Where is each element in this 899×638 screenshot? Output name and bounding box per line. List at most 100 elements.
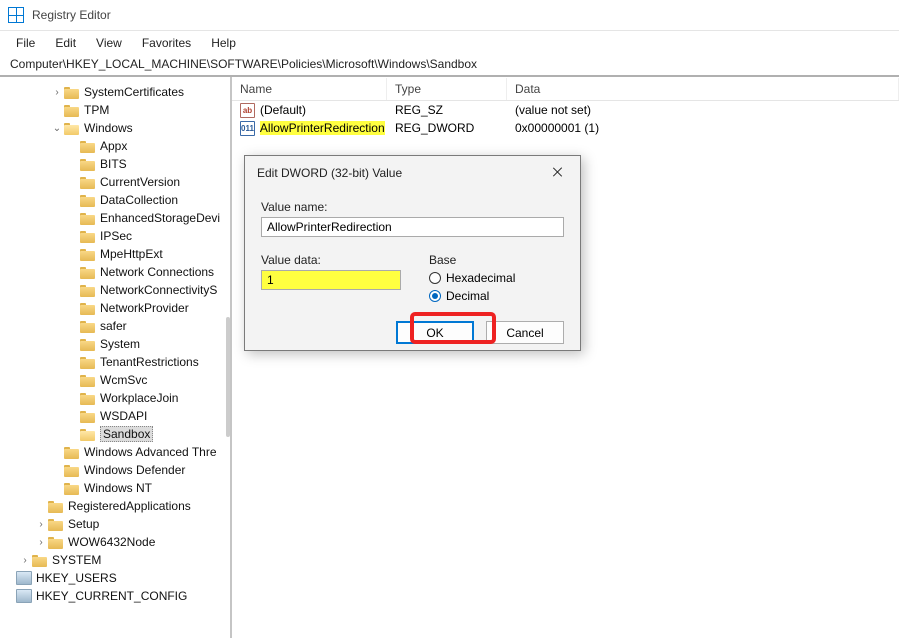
dialog-title: Edit DWORD (32-bit) Value (257, 166, 402, 180)
dialog-titlebar: Edit DWORD (32-bit) Value (245, 156, 580, 190)
tree-item[interactable]: ›SystemCertificates (0, 83, 230, 101)
ok-button[interactable]: OK (396, 321, 474, 344)
tree-label: TenantRestrictions (100, 355, 199, 369)
folder-icon (48, 499, 64, 513)
tree-label: Appx (100, 139, 127, 153)
value-data-input[interactable] (261, 270, 401, 290)
scrollbar[interactable] (226, 317, 230, 437)
app-title: Registry Editor (32, 8, 111, 22)
value-name-input[interactable] (261, 217, 564, 237)
menubar: File Edit View Favorites Help (0, 31, 899, 55)
radio-icon (429, 272, 441, 284)
tree-item[interactable]: CurrentVersion (0, 173, 230, 191)
tree-item[interactable]: WcmSvc (0, 371, 230, 389)
computer-icon (16, 589, 32, 603)
folder-icon (48, 535, 64, 549)
menu-favorites[interactable]: Favorites (134, 33, 199, 53)
folder-icon (80, 193, 96, 207)
folder-icon (80, 355, 96, 369)
tree-item[interactable]: › SYSTEM (0, 551, 230, 569)
tree-label: EnhancedStorageDevi (100, 211, 220, 225)
tree-item[interactable]: DataCollection (0, 191, 230, 209)
folder-icon (80, 229, 96, 243)
tree-label: SYSTEM (52, 553, 101, 567)
tree-item[interactable]: MpeHttpExt (0, 245, 230, 263)
tree-item[interactable]: Appx (0, 137, 230, 155)
folder-icon (64, 103, 80, 117)
radio-hexadecimal[interactable]: Hexadecimal (429, 271, 515, 285)
close-icon[interactable] (542, 162, 574, 184)
computer-icon (16, 571, 32, 585)
col-header-name[interactable]: Name (232, 78, 387, 100)
tree-label: DataCollection (100, 193, 178, 207)
menu-edit[interactable]: Edit (47, 33, 84, 53)
chevron-right-icon[interactable]: › (34, 519, 48, 530)
folder-icon (80, 337, 96, 351)
value-data: (value not set) (507, 102, 899, 118)
menu-view[interactable]: View (88, 33, 130, 53)
tree-item[interactable]: safer (0, 317, 230, 335)
folder-icon (80, 373, 96, 387)
cancel-button[interactable]: Cancel (486, 321, 564, 344)
radio-icon (429, 290, 441, 302)
chevron-down-icon[interactable]: ⌄ (50, 123, 64, 134)
col-header-type[interactable]: Type (387, 78, 507, 100)
tree-item[interactable]: System (0, 335, 230, 353)
tree-label: Network Connections (100, 265, 214, 279)
chevron-right-icon[interactable]: › (18, 555, 32, 566)
string-value-icon: ab (240, 103, 255, 118)
tree-item[interactable]: ⌄ Windows (0, 119, 230, 137)
folder-icon (64, 463, 80, 477)
list-item[interactable]: 011AllowPrinterRedirectionREG_DWORD0x000… (232, 119, 899, 137)
menu-file[interactable]: File (8, 33, 43, 53)
tree-label: NetworkProvider (100, 301, 189, 315)
tree-label: RegisteredApplications (68, 499, 191, 513)
tree-item[interactable]: Network Connections (0, 263, 230, 281)
folder-icon (32, 553, 48, 567)
tree-label: Windows NT (84, 481, 152, 495)
tree-label: HKEY_USERS (36, 571, 117, 585)
list-item[interactable]: ab (Default) REG_SZ(value not set) (232, 101, 899, 119)
value-type: REG_SZ (387, 102, 507, 118)
tree-item[interactable]: Windows NT (0, 479, 230, 497)
chevron-right-icon[interactable]: › (34, 537, 48, 548)
value-name: AllowPrinterRedirection (260, 121, 385, 135)
value-name: (Default) (260, 103, 306, 117)
tree-item[interactable]: Sandbox (0, 425, 230, 443)
tree-item[interactable]: ›Setup (0, 515, 230, 533)
chevron-right-icon[interactable]: › (50, 87, 64, 98)
tree-item[interactable]: WorkplaceJoin (0, 389, 230, 407)
tree-item[interactable]: TPM (0, 101, 230, 119)
registry-editor-icon (8, 7, 24, 23)
tree-item[interactable]: RegisteredApplications (0, 497, 230, 515)
tree-item[interactable]: BITS (0, 155, 230, 173)
folder-icon (80, 409, 96, 423)
tree-pane[interactable]: ›SystemCertificatesTPM ⌄ Windows Appx BITS Cu… (0, 77, 232, 638)
tree-item[interactable]: ›WOW6432Node (0, 533, 230, 551)
tree-item[interactable]: IPSec (0, 227, 230, 245)
tree-label: Windows Defender (84, 463, 185, 477)
tree-item[interactable]: HKEY_USERS (0, 569, 230, 587)
tree-label: safer (100, 319, 127, 333)
tree-label: Windows (84, 121, 133, 135)
address-bar[interactable]: Computer\HKEY_LOCAL_MACHINE\SOFTWARE\Pol… (0, 55, 899, 77)
tree-label: HKEY_CURRENT_CONFIG (36, 589, 187, 603)
tree-label: System (100, 337, 140, 351)
menu-help[interactable]: Help (203, 33, 244, 53)
folder-icon (64, 445, 80, 459)
radio-decimal[interactable]: Decimal (429, 289, 515, 303)
tree-item[interactable]: TenantRestrictions (0, 353, 230, 371)
tree-item[interactable]: Windows Advanced Thre (0, 443, 230, 461)
tree-item[interactable]: HKEY_CURRENT_CONFIG (0, 587, 230, 605)
tree-item[interactable]: WSDAPI (0, 407, 230, 425)
tree-item[interactable]: NetworkConnectivityS (0, 281, 230, 299)
tree-label: NetworkConnectivityS (100, 283, 217, 297)
folder-icon (80, 427, 96, 441)
edit-dword-dialog: Edit DWORD (32-bit) Value Value name: Va… (244, 155, 581, 351)
tree-item[interactable]: EnhancedStorageDevi (0, 209, 230, 227)
tree-label: BITS (100, 157, 127, 171)
tree-item[interactable]: NetworkProvider (0, 299, 230, 317)
tree-item[interactable]: Windows Defender (0, 461, 230, 479)
tree-label: CurrentVersion (100, 175, 180, 189)
col-header-data[interactable]: Data (507, 78, 899, 100)
